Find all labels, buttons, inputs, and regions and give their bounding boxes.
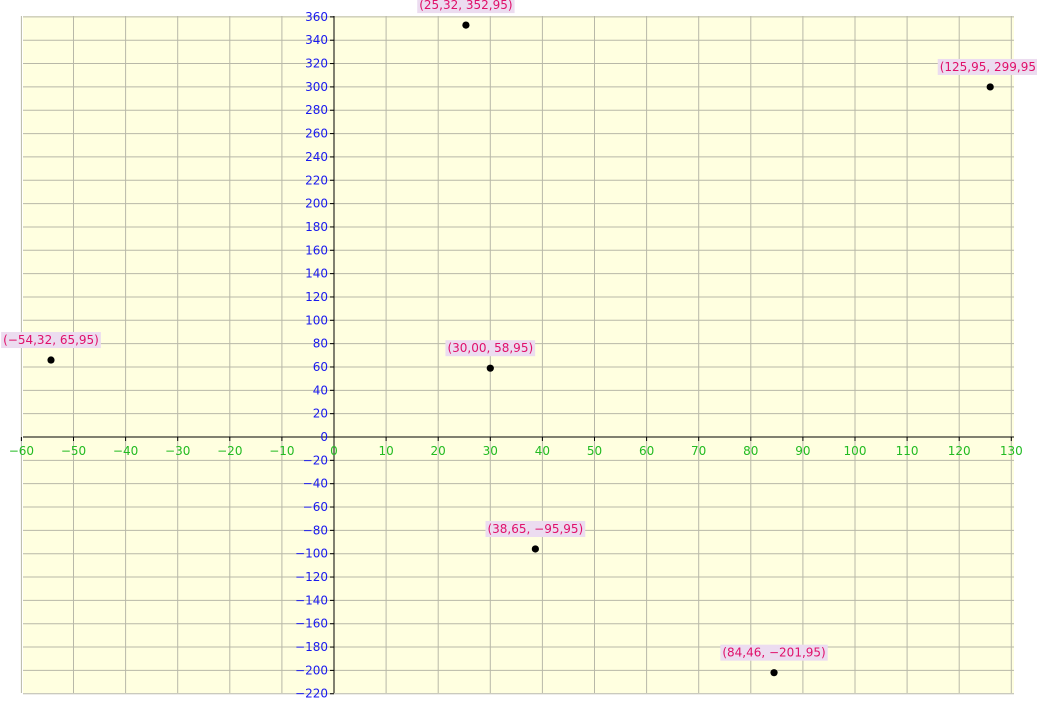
y-tick-label: −180	[295, 640, 328, 654]
y-tick-label: −40	[303, 477, 328, 491]
y-tick-label: 0	[320, 430, 328, 444]
point-label-text: (30,00, 58,95)	[447, 341, 533, 355]
x-tick-label: 90	[795, 444, 810, 458]
data-point	[486, 364, 494, 372]
x-tick-label: −60	[9, 444, 34, 458]
y-tick-label: 260	[305, 127, 328, 141]
point-label-text: (84,46, −201,95)	[722, 646, 825, 660]
point-label: (−54,32, 65,95)	[1, 332, 101, 349]
x-tick-label: 60	[639, 444, 654, 458]
point-label: (25,32, 352,95)	[417, 0, 515, 14]
point-label: (38,65, −95,95)	[485, 520, 586, 537]
x-tick-label: 130	[1000, 444, 1023, 458]
x-tick-label: 80	[743, 444, 758, 458]
y-tick-label: 160	[305, 243, 328, 257]
y-tick-label: −80	[303, 523, 328, 537]
y-tick-label: 280	[305, 103, 328, 117]
point-label-text: (125,95, 299,95)	[940, 60, 1037, 74]
y-tick-label: 60	[313, 360, 328, 374]
data-point	[986, 83, 994, 91]
x-tick-label: −10	[269, 444, 294, 458]
data-point	[531, 545, 539, 553]
data-point	[462, 21, 470, 29]
y-tick-label: 240	[305, 150, 328, 164]
scatter-chart: −60 −50 −40 −30 −20 −10 0 10 20 30 40 50 60 70 80 90 100…	[0, 0, 1037, 701]
x-tick-label: 30	[483, 444, 498, 458]
x-tick-label: 20	[431, 444, 446, 458]
y-tick-label: −100	[295, 547, 328, 561]
y-tick-label: 320	[305, 57, 328, 71]
y-tick-label: 340	[305, 33, 328, 47]
x-tick-label: −50	[61, 444, 86, 458]
x-tick-label: 100	[844, 444, 867, 458]
y-tick-label: 40	[313, 383, 328, 397]
point-label: (125,95, 299,95)	[937, 58, 1037, 75]
y-tick-label: 140	[305, 267, 328, 281]
y-tick-label: 180	[305, 220, 328, 234]
y-tick-label: 220	[305, 173, 328, 187]
y-tick-label: 200	[305, 197, 328, 211]
y-tick-label: 100	[305, 313, 328, 327]
y-tick-label: 20	[313, 407, 328, 421]
point-label: (30,00, 58,95)	[445, 340, 536, 357]
y-tick-label: 120	[305, 290, 328, 304]
x-tick-label: 0	[330, 444, 338, 458]
x-tick-label: −30	[165, 444, 190, 458]
x-tick-label: 120	[948, 444, 971, 458]
y-tick-label: −20	[303, 453, 328, 467]
x-tick-label: 50	[587, 444, 602, 458]
x-tick-label: 10	[378, 444, 393, 458]
chart-svg: −60 −50 −40 −30 −20 −10 0 10 20 30 40 50 60 70 80 90 100…	[1, 0, 1037, 701]
data-point	[47, 356, 55, 364]
point-label: (84,46, −201,95)	[720, 644, 828, 661]
y-tick-label: 300	[305, 80, 328, 94]
x-tick-label: −20	[217, 444, 242, 458]
y-tick-label: −220	[295, 687, 328, 701]
point-label-text: (38,65, −95,95)	[487, 522, 583, 536]
x-tick-label: −40	[113, 444, 138, 458]
x-tick-label: 70	[691, 444, 706, 458]
y-tick-label: −160	[295, 617, 328, 631]
y-tick-label: 80	[313, 337, 328, 351]
x-tick-label: 110	[896, 444, 919, 458]
point-label-text: (−54,32, 65,95)	[3, 333, 99, 347]
point-label-text: (25,32, 352,95)	[419, 0, 512, 12]
y-tick-label: −60	[303, 500, 328, 514]
y-tick-label: −200	[295, 663, 328, 677]
y-tick-label: −140	[295, 593, 328, 607]
y-tick-label: 360	[305, 10, 328, 24]
data-point	[770, 669, 778, 677]
y-tick-label: −120	[295, 570, 328, 584]
x-tick-label: 40	[535, 444, 550, 458]
